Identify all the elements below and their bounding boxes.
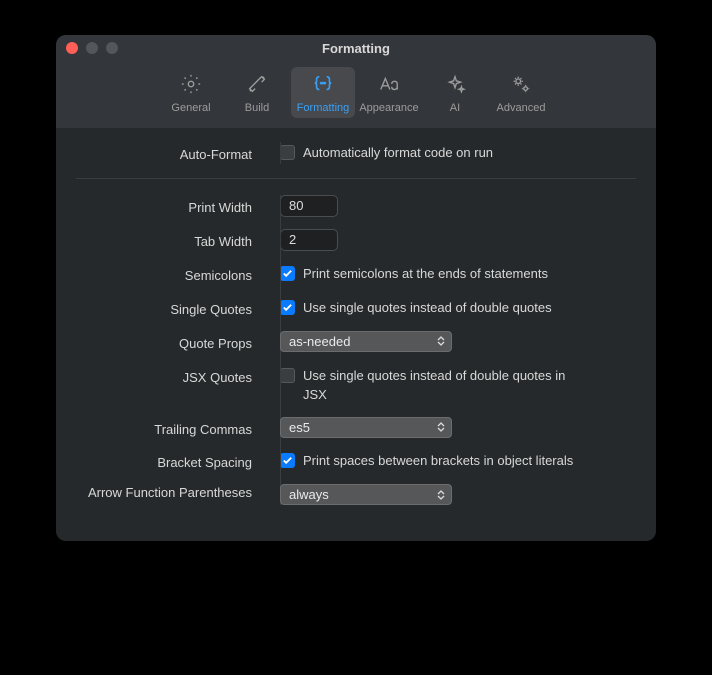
titlebar: Formatting xyxy=(56,35,656,61)
tab-appearance[interactable]: Appearance xyxy=(357,67,421,118)
section-divider xyxy=(76,178,636,179)
jsx-quotes-checkbox[interactable] xyxy=(280,368,295,383)
arrow-parens-select[interactable]: always xyxy=(280,484,452,505)
select-value: es5 xyxy=(289,420,310,435)
tab-ai[interactable]: AI xyxy=(423,67,487,118)
bracket-spacing-desc: Print spaces between brackets in object … xyxy=(303,450,573,471)
semicolons-desc: Print semicolons at the ends of statemen… xyxy=(303,263,548,284)
preferences-tabs: General Build Formatting Appearance AI xyxy=(56,61,656,128)
bracket-spacing-label: Bracket Spacing xyxy=(76,450,266,472)
select-value: as-needed xyxy=(289,334,350,349)
jsx-quotes-desc: Use single quotes instead of double quot… xyxy=(303,365,583,405)
tab-build[interactable]: Build xyxy=(225,67,289,118)
tab-label: Appearance xyxy=(359,102,418,114)
select-value: always xyxy=(289,487,329,502)
content-area: Auto-Format Automatically format code on… xyxy=(56,128,656,541)
bracket-spacing-checkbox[interactable] xyxy=(280,453,295,468)
print-width-label: Print Width xyxy=(76,195,266,217)
quote-props-select[interactable]: as-needed xyxy=(280,331,452,352)
typography-icon xyxy=(377,73,401,98)
select-arrows-icon xyxy=(437,422,445,432)
tab-width-input[interactable] xyxy=(280,229,338,251)
auto-format-label: Auto-Format xyxy=(76,142,266,164)
semicolons-checkbox[interactable] xyxy=(280,266,295,281)
tab-advanced[interactable]: Advanced xyxy=(489,67,553,118)
tab-label: Build xyxy=(245,102,269,114)
tools-icon xyxy=(245,73,269,98)
quote-props-label: Quote Props xyxy=(76,331,266,353)
gears-icon xyxy=(509,73,533,98)
tab-label: General xyxy=(171,102,210,114)
arrow-parens-label: Arrow Function Parentheses xyxy=(76,484,266,502)
braces-icon xyxy=(311,73,335,98)
single-quotes-desc: Use single quotes instead of double quot… xyxy=(303,297,552,318)
tab-formatting[interactable]: Formatting xyxy=(291,67,355,118)
select-arrows-icon xyxy=(437,336,445,346)
single-quotes-checkbox[interactable] xyxy=(280,300,295,315)
auto-format-checkbox[interactable] xyxy=(280,145,295,160)
auto-format-desc: Automatically format code on run xyxy=(303,142,493,163)
preferences-window: Formatting General Build Formatting Appe… xyxy=(56,35,656,541)
gear-icon xyxy=(179,73,203,98)
jsx-quotes-label: JSX Quotes xyxy=(76,365,266,387)
minimize-button[interactable] xyxy=(86,42,98,54)
tab-label: Formatting xyxy=(297,102,350,114)
close-button[interactable] xyxy=(66,42,78,54)
window-controls xyxy=(66,42,118,54)
sparkle-icon xyxy=(443,73,467,98)
trailing-commas-select[interactable]: es5 xyxy=(280,417,452,438)
select-arrows-icon xyxy=(437,490,445,500)
tab-label: Advanced xyxy=(497,102,546,114)
print-width-input[interactable] xyxy=(280,195,338,217)
trailing-commas-label: Trailing Commas xyxy=(76,417,266,439)
semicolons-label: Semicolons xyxy=(76,263,266,285)
zoom-button[interactable] xyxy=(106,42,118,54)
tab-width-label: Tab Width xyxy=(76,229,266,251)
single-quotes-label: Single Quotes xyxy=(76,297,266,319)
tab-general[interactable]: General xyxy=(159,67,223,118)
window-title: Formatting xyxy=(56,41,656,56)
tab-label: AI xyxy=(450,102,460,114)
